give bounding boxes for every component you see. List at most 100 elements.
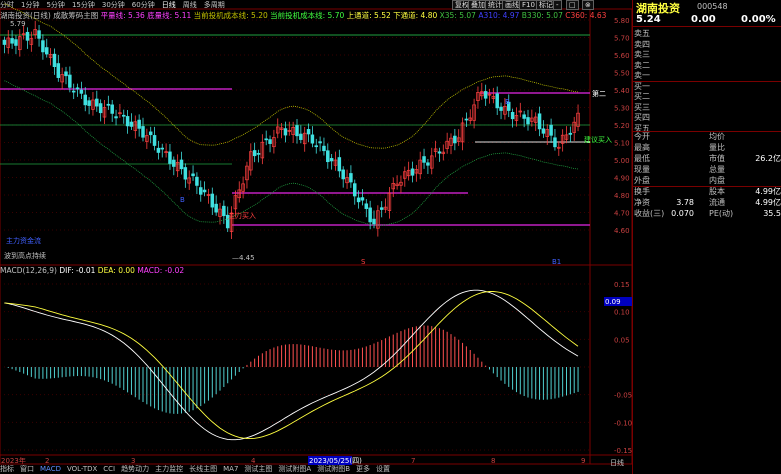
stats-value: 4.99亿 — [755, 187, 781, 196]
legend-item-3: 当前投机成本线: 5.70 — [270, 11, 347, 20]
toolbar-button-7[interactable]: □ — [566, 0, 579, 10]
candle-body — [322, 145, 326, 152]
book-label: 卖二 — [634, 60, 650, 70]
indicator-tab-6[interactable]: 主力监控 — [155, 465, 183, 473]
candle-body — [41, 40, 45, 53]
stats-value: 0.070 — [671, 209, 694, 218]
stats-label: 最高 — [634, 143, 650, 152]
candle-body — [283, 128, 288, 136]
stats-label: 外盘 — [634, 176, 650, 185]
book-row: 卖二 — [633, 60, 781, 71]
indicator-tab-2[interactable]: MACD — [40, 465, 61, 473]
chart-canvas[interactable]: 5.80 5.70 5.60 5.50 5.40 5.30 5.20 5.10 5.00 4.90… — [0, 0, 632, 474]
blue-marker: B1 — [552, 258, 561, 266]
candle-body — [95, 98, 99, 107]
candle-body — [349, 173, 353, 183]
candle-body — [341, 169, 345, 180]
candle-body — [79, 89, 84, 94]
legend-item-8: B330: 5.07 — [521, 11, 566, 20]
stats-label: 净资 — [634, 198, 650, 207]
candle-body — [37, 30, 41, 39]
indicator-tab-13[interactable]: 设置 — [376, 465, 390, 473]
candle-body — [141, 126, 145, 138]
candle-body — [252, 150, 257, 157]
candle-body — [199, 187, 203, 195]
macd-dif-line — [4, 289, 579, 441]
legend-item-2: 当前投机成本线: 5.20 — [193, 11, 271, 20]
right-label-b: 建议买入 — [584, 135, 612, 144]
right-label-a: 第二 — [592, 89, 606, 98]
book-label: 卖五 — [634, 29, 650, 38]
macd-dea: DEA: 0.00 — [97, 266, 135, 275]
stats-label: PE(动) — [709, 209, 734, 218]
candle-body — [148, 131, 153, 136]
candle-body — [44, 47, 49, 55]
candle-body — [75, 87, 80, 90]
legend-indicator: 成散筹码主图 — [53, 11, 101, 20]
candle-body — [83, 94, 87, 106]
stats-value: 26.2亿 — [755, 154, 781, 163]
macd-axis-label: -0.05 — [614, 392, 632, 400]
candle-body — [483, 91, 488, 99]
toolbar-button-8[interactable]: ⊗ — [582, 0, 594, 10]
macd-axis-label: 0.05 — [614, 336, 630, 344]
stats-label: 股本 — [709, 187, 725, 196]
candle-body — [299, 133, 303, 140]
indicator-tab-12[interactable]: 更多 — [356, 465, 370, 473]
divider — [633, 26, 781, 27]
date-axis-label: 8 — [491, 457, 495, 465]
indicator-tab-4[interactable]: CCI — [103, 465, 115, 473]
stats-label: 收益(三) — [634, 209, 665, 218]
price-change-pct: 0.00% — [741, 14, 776, 25]
indicator-tab-5[interactable]: 趋势动力 — [121, 465, 149, 473]
indicator-tab-9[interactable]: 测试主图 — [244, 465, 272, 473]
legend-item-7: A310: 4.97 — [478, 11, 522, 20]
candle-body — [106, 103, 111, 106]
date-axis-label: 2 — [45, 457, 49, 465]
stats-row: 换手 股本 4.99亿 — [633, 186, 781, 197]
candle-body — [368, 207, 372, 223]
indicator-tab-1[interactable]: 窗口 — [20, 465, 34, 473]
candle-body — [553, 137, 557, 148]
indicator-tab-3[interactable]: VOL-TDX — [67, 465, 97, 473]
indicator-tab-7[interactable]: 长线主图 — [189, 465, 217, 473]
buy-signal-label: 主力买入 — [228, 211, 256, 220]
period-label[interactable]: 日线 — [610, 458, 624, 468]
stats-label: 流通 — [709, 198, 725, 207]
indicator-tab-8[interactable]: MA7 — [223, 465, 238, 473]
candle-body — [210, 193, 215, 208]
stats-row: 最高 量比 — [633, 142, 781, 153]
price-axis-label: 4.90 — [614, 175, 630, 183]
macd-axis-label: -0.15 — [614, 447, 632, 455]
indicator-tab-11[interactable]: 测试附图B — [317, 465, 350, 473]
price-change: 0.00 — [691, 14, 716, 25]
candle-body — [526, 117, 530, 125]
signal-label-a: 主力资金流 — [6, 236, 41, 245]
candle-body — [453, 135, 457, 144]
chart-frame — [0, 8, 632, 465]
stats-row: 收益(三) 0.070 PE(动) 35.5 — [633, 208, 781, 219]
indicator-tab-0[interactable]: 指标 — [0, 465, 14, 473]
macd-legend: MACD(12,26,9) DIF: -0.01 DEA: 0.00 MACD:… — [0, 266, 184, 275]
legend-stock: 湖南投资(日线) — [0, 11, 54, 20]
price-axis-label: 4.80 — [614, 192, 630, 200]
book-row: 卖四 — [633, 39, 781, 50]
candle-body — [137, 119, 141, 129]
candle-body — [499, 106, 503, 111]
macd-value: MACD: -0.02 — [137, 266, 185, 275]
macd-axis-label: 0.15 — [614, 281, 630, 289]
candle-body — [202, 189, 207, 193]
stats-label: 换手 — [634, 187, 650, 196]
indicator-tab-10[interactable]: 测试附图A — [278, 465, 311, 473]
candle-body — [410, 168, 415, 176]
price-axis-label: 5.10 — [614, 140, 630, 148]
blue-buy-mark-2: B — [505, 98, 510, 106]
toolbar-button-6[interactable]: - — [553, 0, 562, 10]
stats-label: 均价 — [709, 132, 725, 141]
stats-row: 现量 总量 — [633, 164, 781, 175]
price-axis-label: 5.80 — [614, 17, 630, 25]
price-axis-label: 5.70 — [614, 35, 630, 43]
candle-body — [337, 157, 342, 172]
last-price: 5.24 — [636, 14, 661, 25]
candle-body — [56, 63, 61, 78]
